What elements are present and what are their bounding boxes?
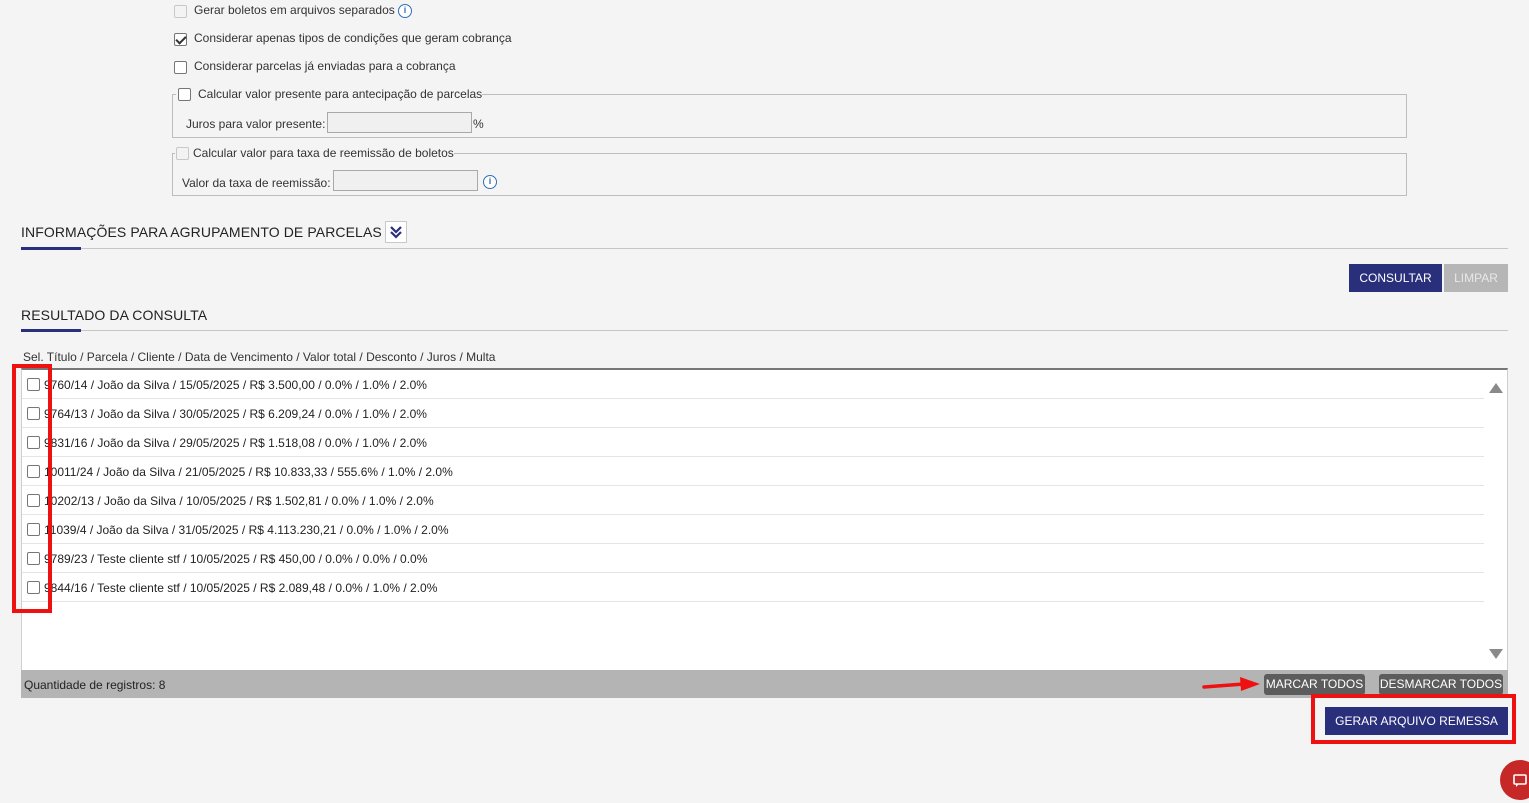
table-row[interactable]: 9760/14 / João da Silva / 15/05/2025 / R… [22,370,1484,399]
separate-files-checkbox[interactable] [174,5,187,18]
clear-button[interactable]: LIMPAR [1444,264,1508,292]
fee-input[interactable] [333,170,478,191]
row-text: 9789/23 / Teste cliente stf / 10/05/2025… [44,552,428,566]
table-row[interactable]: 9831/16 / João da Silva / 29/05/2025 / R… [22,428,1484,457]
rate-input[interactable] [327,112,472,133]
annotation-highlight [1311,694,1516,744]
table-row[interactable]: 11039/4 / João da Silva / 31/05/2025 / R… [22,515,1484,544]
info-icon[interactable]: i [483,175,497,189]
scrollbar[interactable] [1484,370,1506,670]
reissue-fee-legend: Calcular valor para taxa de reemissão de… [193,146,454,160]
table-row[interactable]: 9789/23 / Teste cliente stf / 10/05/2025… [22,544,1484,573]
reissue-fee-checkbox[interactable] [176,147,189,160]
deselect-all-button[interactable]: DESMARCAR TODOS [1379,674,1503,695]
rate-unit: % [473,117,484,131]
table-row[interactable]: 9844/16 / Teste cliente stf / 10/05/2025… [22,573,1484,602]
triangle-up-icon[interactable] [1488,382,1504,394]
annotation-highlight [12,364,52,613]
results-section-title: RESULTADO DA CONSULTA [21,307,208,323]
triangle-down-icon[interactable] [1488,648,1504,660]
results-list[interactable]: 9760/14 / João da Silva / 15/05/2025 / R… [21,368,1508,670]
row-text: 10202/13 / João da Silva / 10/05/2025 / … [44,494,434,508]
grouping-section-title: INFORMAÇÕES PARA AGRUPAMENTO DE PARCELAS [21,224,382,240]
only-billing-types-checkbox[interactable] [174,33,187,46]
fee-label: Valor da taxa de reemissão: [182,176,331,190]
only-billing-types-label: Considerar apenas tipos de condições que… [194,31,512,45]
already-sent-label: Considerar parcelas já enviadas para a c… [194,59,456,73]
results-footer: Quantidade de registros: 8 MARCAR TODOS … [21,670,1508,698]
arrow-annotation-icon [1202,677,1260,691]
double-chevron-down-icon [390,226,402,239]
present-value-legend: Calcular valor presente para antecipação… [198,87,483,101]
rate-label: Juros para valor presente: [186,117,326,131]
table-row[interactable]: 10011/24 / João da Silva / 21/05/2025 / … [22,457,1484,486]
chat-widget[interactable] [1500,760,1529,800]
record-count: Quantidade de registros: 8 [24,678,166,692]
row-text: 9831/16 / João da Silva / 29/05/2025 / R… [44,436,427,450]
row-text: 9760/14 / João da Silva / 15/05/2025 / R… [44,378,427,392]
expand-button[interactable] [385,221,407,243]
select-all-button[interactable]: MARCAR TODOS [1264,674,1365,695]
results-column-header: Sel. Título / Parcela / Cliente / Data d… [23,350,496,364]
table-row[interactable]: 10202/13 / João da Silva / 10/05/2025 / … [22,486,1484,515]
row-text: 9764/13 / João da Silva / 30/05/2025 / R… [44,407,427,421]
consult-button[interactable]: CONSULTAR [1349,264,1442,292]
chat-icon [1513,774,1527,787]
present-value-checkbox[interactable] [178,88,191,101]
info-icon[interactable]: i [398,4,412,18]
row-text: 10011/24 / João da Silva / 21/05/2025 / … [44,465,453,479]
table-row[interactable]: 9764/13 / João da Silva / 30/05/2025 / R… [22,399,1484,428]
separate-files-label: Gerar boletos em arquivos separados [194,3,395,17]
already-sent-checkbox[interactable] [174,61,187,74]
row-text: 11039/4 / João da Silva / 31/05/2025 / R… [44,523,449,537]
row-text: 9844/16 / Teste cliente stf / 10/05/2025… [44,581,438,595]
